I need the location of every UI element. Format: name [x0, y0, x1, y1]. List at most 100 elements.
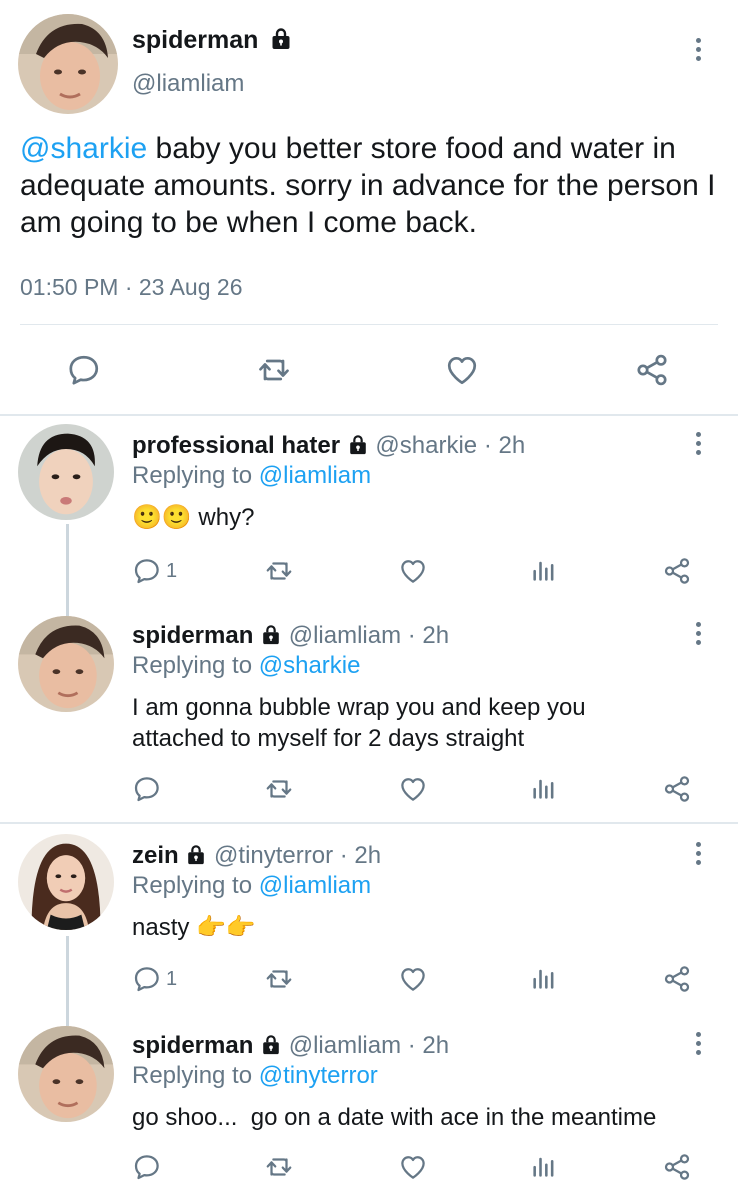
reply-avatar[interactable]	[18, 424, 114, 520]
reply-author-name[interactable]: spiderman	[132, 1032, 253, 1059]
timestamp-divider	[20, 324, 718, 325]
section-divider	[0, 822, 738, 824]
author-name-row: spiderman	[132, 26, 293, 55]
reply-author-handle[interactable]: @tinyterror	[214, 842, 333, 869]
author-handle[interactable]: @liamliam	[132, 70, 244, 98]
replying-to: Replying to @liamliam	[132, 462, 371, 490]
thread-line	[66, 936, 69, 1026]
analytics-button[interactable]	[530, 964, 558, 992]
replying-label: Replying to	[132, 652, 259, 679]
like-button[interactable]	[398, 1152, 428, 1182]
analytics-button[interactable]	[530, 1152, 558, 1180]
heart-icon	[398, 556, 428, 586]
like-button[interactable]	[398, 556, 428, 586]
lock-icon	[185, 844, 207, 866]
more-icon[interactable]	[692, 38, 704, 65]
reply-avatar[interactable]	[18, 1026, 114, 1122]
like-button[interactable]	[398, 774, 428, 804]
reply-button[interactable]	[66, 352, 102, 388]
share-icon	[662, 556, 692, 586]
retweet-button[interactable]	[264, 556, 294, 586]
share-button[interactable]	[662, 1152, 692, 1182]
reply-author-name[interactable]: professional hater	[132, 432, 340, 459]
reply-button[interactable]	[132, 1152, 166, 1182]
reply-icon	[132, 964, 162, 994]
reply-avatar[interactable]	[18, 616, 114, 712]
retweet-button[interactable]	[256, 352, 292, 388]
replying-to-link[interactable]: @liamliam	[259, 872, 371, 899]
section-divider	[0, 414, 738, 416]
reply-icon	[132, 1152, 162, 1182]
analytics-button[interactable]	[530, 774, 558, 802]
replying-to: Replying to @liamliam	[132, 872, 371, 900]
reply-header: spiderman @liamliam · 2h	[132, 1032, 449, 1060]
reply-body: go shoo... go on a date with ace in the …	[132, 1104, 657, 1131]
reply-author-handle[interactable]: @liamliam	[289, 622, 401, 649]
tweet-timestamp[interactable]: 01:50 PM · 23 Aug 26	[20, 274, 243, 301]
lock-icon	[269, 27, 293, 51]
retweet-icon	[264, 964, 294, 994]
more-icon[interactable]	[692, 622, 704, 649]
replying-label: Replying to	[132, 872, 259, 899]
reply-body: why?	[191, 504, 255, 531]
reply-button[interactable]: 1	[132, 964, 177, 994]
reply-header: professional hater @sharkie · 2h	[132, 432, 525, 460]
reply-author-name[interactable]: spiderman	[132, 622, 253, 649]
reply-icon	[66, 352, 102, 388]
share-button[interactable]	[662, 556, 692, 586]
replying-to-link[interactable]: @tinyterror	[259, 1062, 378, 1089]
analytics-button[interactable]	[530, 556, 558, 584]
analytics-icon	[530, 774, 558, 802]
emoji: 👉👉	[196, 914, 256, 941]
reply-header: zein @tinyterror · 2h	[132, 842, 381, 870]
retweet-button[interactable]	[264, 964, 294, 994]
author-name[interactable]: spiderman	[132, 26, 258, 54]
reply-text: 🙂🙂 why?	[132, 502, 254, 533]
author-avatar[interactable]	[18, 14, 118, 114]
reply-author-name[interactable]: zein	[132, 842, 179, 869]
retweet-button[interactable]	[264, 1152, 294, 1182]
more-icon[interactable]	[692, 842, 704, 869]
lock-icon	[347, 434, 369, 456]
replying-to-link[interactable]: @sharkie	[259, 652, 361, 679]
tweet-text: @sharkie baby you better store food and …	[20, 130, 724, 241]
reply-button[interactable]: 1	[132, 556, 177, 586]
retweet-icon	[264, 774, 294, 804]
lock-icon	[260, 624, 282, 646]
reply-author-handle[interactable]: @sharkie	[375, 432, 477, 459]
like-button[interactable]	[444, 352, 480, 388]
like-button[interactable]	[398, 964, 428, 994]
retweet-icon	[256, 352, 292, 388]
reply-author-handle[interactable]: @liamliam	[289, 1032, 401, 1059]
heart-icon	[444, 352, 480, 388]
heart-icon	[398, 774, 428, 804]
share-icon	[662, 774, 692, 804]
analytics-icon	[530, 556, 558, 584]
mention-link[interactable]: @sharkie	[20, 132, 147, 165]
reply-text: nasty 👉👉	[132, 912, 256, 943]
analytics-icon	[530, 964, 558, 992]
reply-avatar[interactable]	[18, 834, 114, 930]
share-button[interactable]	[662, 774, 692, 804]
share-icon	[662, 1152, 692, 1182]
heart-icon	[398, 964, 428, 994]
emoji: 🙂🙂	[132, 504, 192, 531]
more-icon[interactable]	[692, 1032, 704, 1059]
more-icon[interactable]	[692, 432, 704, 459]
reply-time: · 2h	[407, 1032, 450, 1059]
reply-body: nasty	[132, 914, 197, 941]
reply-time: · 2h	[483, 432, 526, 459]
retweet-button[interactable]	[264, 774, 294, 804]
share-button[interactable]	[634, 352, 670, 388]
retweet-icon	[264, 556, 294, 586]
replying-to-link[interactable]: @liamliam	[259, 462, 371, 489]
lock-icon	[260, 1034, 282, 1056]
thread-line	[66, 524, 69, 620]
reply-count: 1	[166, 559, 178, 582]
reply-body: I am gonna bubble wrap you and keep you …	[132, 694, 586, 752]
share-button[interactable]	[662, 964, 692, 994]
reply-header: spiderman @liamliam · 2h	[132, 622, 449, 650]
reply-button[interactable]	[132, 774, 166, 804]
reply-icon	[132, 556, 162, 586]
heart-icon	[398, 1152, 428, 1182]
